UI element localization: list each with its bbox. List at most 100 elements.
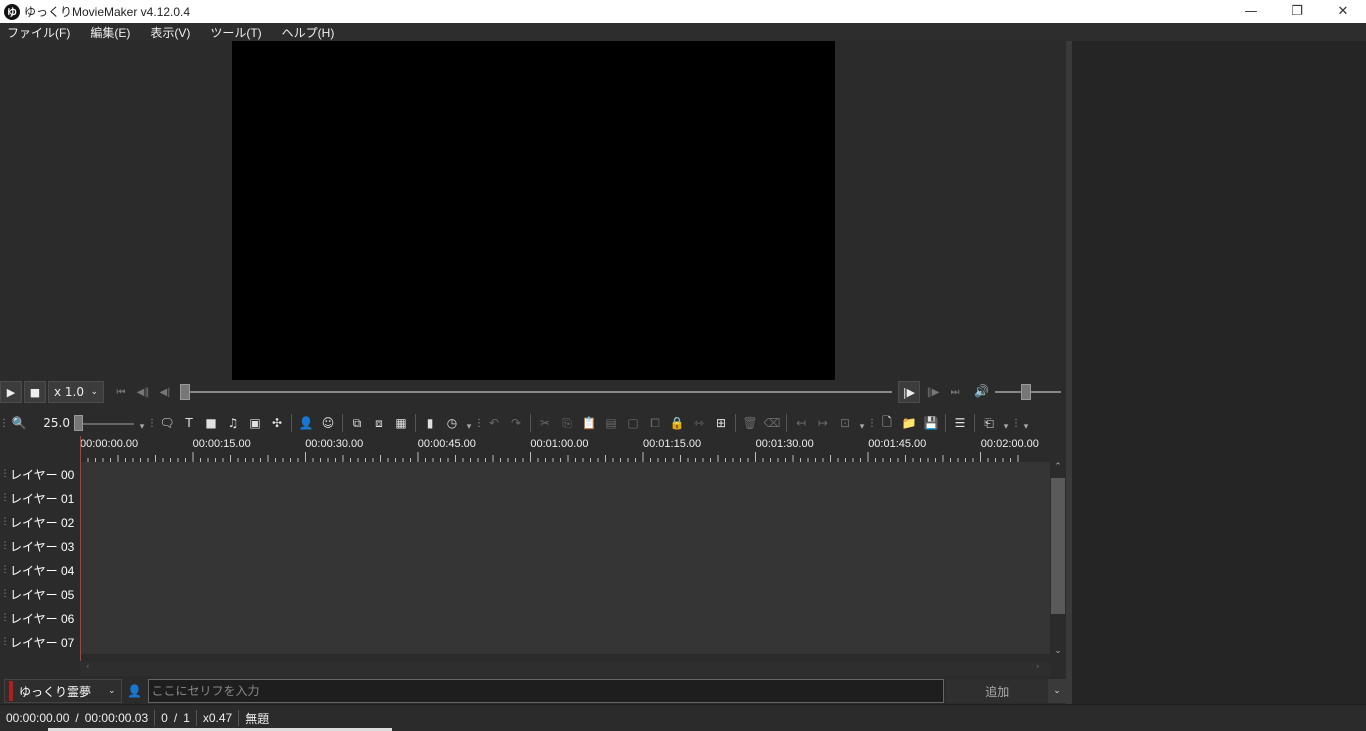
toolbar-grip-icon[interactable]: ⋮ bbox=[147, 413, 157, 433]
group-icon[interactable]: ▢ bbox=[622, 412, 644, 434]
cut-icon[interactable]: ✂ bbox=[534, 412, 556, 434]
menu-view[interactable]: 表示(V) bbox=[147, 24, 193, 41]
toolbar-grip-icon[interactable]: ⋮ bbox=[0, 413, 9, 433]
close-button[interactable]: ✕ bbox=[1320, 0, 1366, 23]
video-preview[interactable] bbox=[232, 41, 835, 380]
add-face-icon[interactable]: ☺ bbox=[317, 412, 339, 434]
character-settings-icon[interactable]: 👤 bbox=[124, 679, 146, 703]
volume-icon[interactable]: 🔊 bbox=[974, 384, 989, 398]
skip-to-start-icon[interactable]: ⏮ bbox=[110, 381, 132, 403]
menu-edit[interactable]: 編集(E) bbox=[87, 24, 133, 41]
layer-track[interactable] bbox=[80, 462, 1050, 486]
vertical-scroll-thumb[interactable] bbox=[1051, 478, 1065, 614]
layer-track[interactable] bbox=[80, 606, 1050, 630]
new-project-icon[interactable]: 🗋 bbox=[876, 412, 898, 434]
toolbar-grip-icon[interactable]: ⋮ bbox=[1011, 413, 1021, 433]
layer-track[interactable] bbox=[80, 630, 1050, 654]
layer-grip-icon[interactable]: ⋮ bbox=[0, 517, 10, 527]
menu-tools[interactable]: ツール(T) bbox=[207, 24, 264, 41]
toolbar-grip-icon[interactable]: ⋮ bbox=[474, 413, 484, 433]
layer-track[interactable] bbox=[80, 558, 1050, 582]
layer-grip-icon[interactable]: ⋮ bbox=[0, 589, 10, 599]
layer-header[interactable]: ⋮ レイヤー 01 bbox=[0, 486, 80, 510]
menu-help[interactable]: ヘルプ(H) bbox=[279, 24, 338, 41]
seek-thumb[interactable] bbox=[180, 384, 190, 400]
layer-grip-icon[interactable]: ⋮ bbox=[0, 469, 10, 479]
layer-header[interactable]: ⋮ レイヤー 06 bbox=[0, 606, 80, 630]
next-frame-icon[interactable]: ‖▶ bbox=[922, 381, 944, 403]
export-icon[interactable]: ⎗ bbox=[978, 412, 1000, 434]
layer-header[interactable]: ⋮ レイヤー 02 bbox=[0, 510, 80, 534]
layer-grip-icon[interactable]: ⋮ bbox=[0, 541, 10, 551]
layer-track[interactable] bbox=[80, 534, 1050, 558]
add-voice-icon[interactable]: 🗨 bbox=[156, 412, 178, 434]
move-right-icon[interactable]: ↦ bbox=[812, 412, 834, 434]
layer-grip-icon[interactable]: ⋮ bbox=[0, 565, 10, 575]
layer-grip-icon[interactable]: ⋮ bbox=[0, 493, 10, 503]
add-transition-icon[interactable]: ⧈ bbox=[368, 412, 390, 434]
add-shape-icon[interactable]: ✣ bbox=[266, 412, 288, 434]
layer-grip-icon[interactable]: ⋮ bbox=[0, 613, 10, 623]
serif-input[interactable] bbox=[147, 679, 945, 703]
playhead[interactable] bbox=[80, 436, 81, 661]
scroll-up-icon[interactable]: ⌃ bbox=[1050, 462, 1066, 472]
save-icon[interactable]: 💾 bbox=[920, 412, 942, 434]
add-effect-icon[interactable]: ⧉ bbox=[346, 412, 368, 434]
speed-select[interactable]: x 1.0 ⌄ bbox=[48, 381, 104, 403]
play-button[interactable]: ▶ bbox=[0, 381, 22, 403]
toolbar-overflow-icon[interactable]: ▾ bbox=[1020, 412, 1032, 434]
add-options-chevron-icon[interactable]: ⌄ bbox=[1048, 679, 1067, 703]
layer-grip-icon[interactable]: ⋮ bbox=[0, 637, 10, 647]
zoom-slider[interactable] bbox=[74, 412, 136, 434]
horizontal-scrollbar[interactable]: ‹ › bbox=[80, 662, 1050, 676]
play-from-cursor-button[interactable]: |▶ bbox=[898, 381, 920, 403]
layer-header[interactable]: ⋮ レイヤー 00 bbox=[0, 462, 80, 486]
menu-file[interactable]: ファイル(F) bbox=[4, 24, 73, 41]
bookmark-icon[interactable]: ▮ bbox=[419, 412, 441, 434]
add-audio-icon[interactable]: ♫ bbox=[222, 412, 244, 434]
add-video-icon[interactable]: ■ bbox=[200, 412, 222, 434]
seek-track[interactable] bbox=[184, 391, 892, 393]
open-folder-icon[interactable]: 📁 bbox=[898, 412, 920, 434]
time-ruler[interactable]: 00:00:00.00 00:00:15.00 00:00:30.00 00:00:4… bbox=[80, 436, 1050, 462]
layer-track[interactable] bbox=[80, 582, 1050, 606]
scroll-down-icon[interactable]: ⌄ bbox=[1050, 646, 1066, 656]
delete-icon[interactable]: 🗑 bbox=[739, 412, 761, 434]
table-icon[interactable]: ⊞ bbox=[710, 412, 732, 434]
layer-header[interactable]: ⋮ レイヤー 03 bbox=[0, 534, 80, 558]
restore-button[interactable]: ❐ bbox=[1274, 0, 1320, 23]
add-button[interactable]: 追加 bbox=[946, 679, 1049, 703]
layer-header[interactable]: ⋮ レイヤー 07 bbox=[0, 630, 80, 654]
paste-icon[interactable]: 📋 bbox=[578, 412, 600, 434]
layer-track[interactable] bbox=[80, 510, 1050, 534]
step-back-icon[interactable]: ◀| bbox=[154, 381, 176, 403]
lock-icon[interactable]: 🔒 bbox=[666, 412, 688, 434]
character-select[interactable]: ゆっくり霊夢 ⌄ bbox=[4, 679, 122, 703]
layer-track[interactable] bbox=[80, 486, 1050, 510]
add-tachie-icon[interactable]: 👤 bbox=[295, 412, 317, 434]
zoom-slider-thumb[interactable] bbox=[74, 415, 83, 431]
minimize-button[interactable]: — bbox=[1228, 0, 1274, 23]
move-left-icon[interactable]: ↤ bbox=[790, 412, 812, 434]
redo-icon[interactable]: ↷ bbox=[505, 412, 527, 434]
scroll-left-icon[interactable]: ‹ bbox=[86, 662, 90, 672]
undo-icon[interactable]: ↶ bbox=[483, 412, 505, 434]
delete-gap-icon[interactable]: ⌫ bbox=[761, 412, 783, 434]
copy-icon[interactable]: ⎘ bbox=[556, 412, 578, 434]
prev-frame-icon[interactable]: ◀‖ bbox=[132, 381, 154, 403]
scroll-right-icon[interactable]: › bbox=[1036, 662, 1040, 672]
settings-sliders-icon[interactable]: ☰ bbox=[949, 412, 971, 434]
stop-button[interactable]: ■ bbox=[24, 381, 46, 403]
add-grid-icon[interactable]: ▦ bbox=[390, 412, 412, 434]
layer-header[interactable]: ⋮ レイヤー 05 bbox=[0, 582, 80, 606]
ungroup-icon[interactable]: ⧠ bbox=[644, 412, 666, 434]
clock-icon[interactable]: ◷ bbox=[441, 412, 463, 434]
split-icon[interactable]: ⊡ bbox=[834, 412, 856, 434]
add-image-icon[interactable]: ▣ bbox=[244, 412, 266, 434]
resize-icon[interactable]: ⇿ bbox=[688, 412, 710, 434]
layer-header[interactable]: ⋮ レイヤー 04 bbox=[0, 558, 80, 582]
skip-to-end-icon[interactable]: ⏭ bbox=[944, 381, 966, 403]
toolbar-grip-icon[interactable]: ⋮ bbox=[867, 413, 877, 433]
vertical-scrollbar[interactable]: ⌃ ⌄ bbox=[1050, 462, 1066, 660]
volume-thumb[interactable] bbox=[1021, 384, 1031, 400]
